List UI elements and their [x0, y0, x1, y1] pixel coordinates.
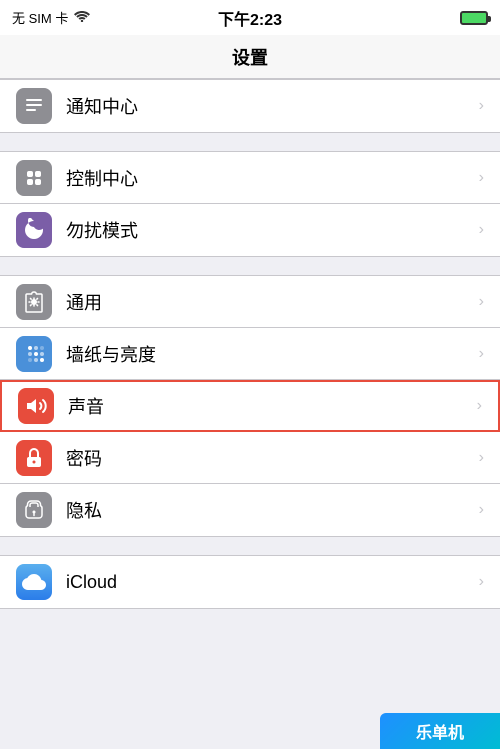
- settings-item-sound[interactable]: 声音 ›: [0, 380, 500, 432]
- nav-title: 设置: [232, 44, 268, 70]
- general-icon: [16, 284, 52, 320]
- general-label: 通用: [66, 289, 471, 315]
- chevron-icon: ›: [479, 169, 484, 187]
- status-bar-right: [460, 11, 488, 25]
- settings-item-passcode[interactable]: 密码 ›: [0, 432, 500, 484]
- settings-item-privacy[interactable]: 隐私 ›: [0, 484, 500, 536]
- section-spacer-2: [0, 257, 500, 275]
- status-bar-time: 下午2:23: [218, 6, 282, 30]
- section-2: 通用 › 墙纸与亮度 ›: [0, 275, 500, 537]
- icloud-label: iCloud: [66, 572, 471, 593]
- section-spacer-1: [0, 133, 500, 151]
- do-not-disturb-label: 勿扰模式: [66, 217, 471, 243]
- section-spacer-3: [0, 537, 500, 555]
- chevron-icon: ›: [479, 573, 484, 591]
- chevron-icon: ›: [479, 345, 484, 363]
- passcode-icon: [16, 440, 52, 476]
- wallpaper-icon: [16, 336, 52, 372]
- status-bar: 无 SIM 卡 下午2:23: [0, 0, 500, 35]
- settings-item-wallpaper[interactable]: 墙纸与亮度 ›: [0, 328, 500, 380]
- settings-item-general[interactable]: 通用 ›: [0, 276, 500, 328]
- control-center-label: 控制中心: [66, 165, 471, 191]
- chevron-icon: ›: [479, 501, 484, 519]
- do-not-disturb-icon: [16, 212, 52, 248]
- settings-item-control-center[interactable]: 控制中心 ›: [0, 152, 500, 204]
- status-bar-left: 无 SIM 卡: [12, 8, 90, 27]
- chevron-icon: ›: [479, 97, 484, 115]
- section-1: 控制中心 › 勿扰模式 ›: [0, 151, 500, 257]
- privacy-label: 隐私: [66, 497, 471, 523]
- chevron-icon: ›: [479, 449, 484, 467]
- carrier-text: 无 SIM 卡: [12, 8, 68, 27]
- brand-text: 乐单机: [416, 719, 464, 743]
- bottom-brand: 乐单机: [380, 713, 500, 749]
- section-3: iCloud ›: [0, 555, 500, 609]
- section-0: 通知中心 ›: [0, 79, 500, 133]
- chevron-icon: ›: [479, 293, 484, 311]
- battery-icon: [460, 11, 488, 25]
- privacy-icon: [16, 492, 52, 528]
- chevron-icon: ›: [479, 221, 484, 239]
- nav-bar: 设置: [0, 35, 500, 79]
- control-center-icon: [16, 160, 52, 196]
- settings-item-notification[interactable]: 通知中心 ›: [0, 80, 500, 132]
- notification-center-icon: [16, 88, 52, 124]
- sound-icon: [18, 388, 54, 424]
- chevron-icon: ›: [477, 397, 482, 415]
- wallpaper-label: 墙纸与亮度: [66, 341, 471, 367]
- passcode-label: 密码: [66, 445, 471, 471]
- settings-item-do-not-disturb[interactable]: 勿扰模式 ›: [0, 204, 500, 256]
- notification-center-label: 通知中心: [66, 93, 471, 119]
- icloud-icon: [16, 564, 52, 600]
- sound-label: 声音: [68, 393, 469, 419]
- wifi-icon: [74, 10, 90, 25]
- settings-item-icloud[interactable]: iCloud ›: [0, 556, 500, 608]
